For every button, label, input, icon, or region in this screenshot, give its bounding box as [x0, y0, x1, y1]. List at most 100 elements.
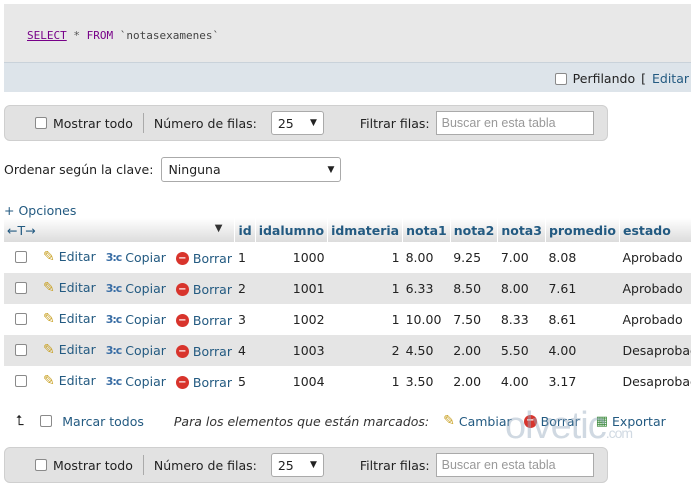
cell-idmateria: 2: [327, 335, 403, 366]
divider: [142, 455, 144, 475]
copy-button[interactable]: 3:c Copiar: [106, 374, 166, 389]
show-all-checkbox[interactable]: [35, 459, 47, 471]
filter-input[interactable]: Buscar en esta tabla: [435, 111, 594, 135]
rows-select[interactable]: 25 ▼: [270, 453, 324, 477]
sort-label: Ordenar según la clave:: [4, 162, 154, 177]
change-selected-button[interactable]: ✎ Cambiar: [443, 413, 512, 429]
sql-query-text: SELECT * FROM `notasexamenes`: [27, 29, 219, 42]
sql-table-name: `notasexamenes`: [119, 29, 220, 42]
edit-button[interactable]: ✎ Editar: [43, 373, 96, 389]
cell-nota3: 8.33: [497, 304, 546, 335]
header-id[interactable]: id: [234, 218, 256, 242]
copy-button[interactable]: 3:c Copiar: [106, 281, 166, 296]
select-all-link[interactable]: Marcar todos: [62, 414, 144, 429]
row-actions: ✎ Editar 3:c Copiar − Borrar: [4, 273, 235, 304]
row-actions: ✎ Editar 3:c Copiar − Borrar: [4, 304, 235, 335]
pencil-icon: ✎: [42, 341, 55, 358]
profiling-checkbox[interactable]: [554, 72, 567, 85]
cell-id: 4: [234, 335, 256, 366]
edit-button[interactable]: ✎ Editar: [43, 311, 96, 327]
header-estado[interactable]: estado: [619, 218, 691, 242]
header-actions: ←T→ ▼: [4, 218, 236, 242]
with-selected-label: Para los elementos que están marcados:: [173, 413, 430, 429]
cell-nota1: 8.00: [402, 242, 451, 273]
cell-idalumno: 1002: [255, 304, 328, 335]
cell-idalumno: 1001: [255, 273, 328, 304]
cell-nota3: 7.00: [497, 242, 546, 273]
navigation-bar-bottom: Mostrar todo Número de filas: 25 ▼ Filtr…: [4, 447, 608, 483]
row-checkbox[interactable]: [15, 282, 27, 295]
show-all-label: Mostrar todo: [53, 457, 133, 473]
pencil-icon: ✎: [443, 413, 455, 429]
rows-label: Número de filas:: [153, 115, 257, 131]
profiling-label: Perfilando: [572, 71, 636, 86]
copy-button[interactable]: 3:c Copiar: [106, 312, 166, 327]
delete-icon: −: [175, 252, 189, 266]
cell-idalumno: 1004: [255, 366, 328, 397]
row-actions: ✎ Editar 3:c Copiar − Borrar: [4, 366, 235, 397]
cell-promedio: 3.17: [545, 366, 620, 397]
table-row: ✎ Editar 3:c Copiar − Borrar 2 1001 1 6.33 …: [4, 273, 691, 304]
delete-button[interactable]: − Borrar: [175, 313, 232, 328]
table-row: ✎ Editar 3:c Copiar − Borrar 3 1002 1 10.00…: [4, 304, 691, 335]
cell-idmateria: 1: [327, 242, 403, 273]
sql-star: *: [73, 29, 80, 42]
cell-idalumno: 1000: [255, 242, 328, 273]
header-promedio[interactable]: promedio: [545, 218, 620, 242]
cell-nota1: 4.50: [402, 335, 451, 366]
column-resize-arrows-icon[interactable]: ←T→: [7, 223, 36, 238]
cell-nota1: 3.50: [402, 366, 451, 397]
cell-estado: Aprobado: [619, 273, 691, 304]
cell-estado: Desaprobado: [619, 366, 691, 397]
select-all-checkbox[interactable]: [40, 415, 53, 427]
header-nota1[interactable]: nota1: [402, 218, 451, 242]
cell-nota1: 10.00: [402, 304, 451, 335]
sql-keyword-select[interactable]: SELECT: [27, 29, 67, 42]
watermark-logo: olvetic.com: [505, 405, 633, 447]
delete-icon: −: [175, 283, 189, 297]
header-nota2[interactable]: nota2: [450, 218, 499, 242]
cell-id: 3: [234, 304, 256, 335]
row-checkbox[interactable]: [15, 251, 27, 264]
filter-input[interactable]: Buscar en esta tabla: [435, 453, 594, 477]
cell-estado: Aprobado: [619, 304, 691, 335]
delete-button[interactable]: − Borrar: [175, 251, 232, 266]
pencil-icon: ✎: [42, 372, 55, 389]
cell-nota3: 5.50: [497, 335, 546, 366]
sql-query-box[interactable]: SELECT * FROM `notasexamenes`: [4, 4, 691, 62]
delete-icon: −: [175, 314, 189, 328]
filter-label: Filtrar filas:: [359, 115, 430, 131]
options-link[interactable]: + Opciones: [4, 203, 76, 218]
cell-nota2: 9.25: [450, 242, 498, 273]
cell-nota2: 2.00: [450, 335, 498, 366]
rows-select[interactable]: 25 ▼: [270, 111, 324, 135]
header-nota3[interactable]: nota3: [497, 218, 546, 242]
cell-idmateria: 1: [327, 273, 403, 304]
cell-promedio: 4.00: [545, 335, 620, 366]
edit-query-link[interactable]: Editar: [652, 71, 689, 86]
pencil-icon: ✎: [42, 310, 55, 327]
delete-button[interactable]: − Borrar: [175, 375, 232, 390]
copy-button[interactable]: 3:c Copiar: [106, 343, 166, 358]
edit-button[interactable]: ✎ Editar: [43, 342, 96, 358]
sort-select-value: Ninguna: [168, 162, 221, 177]
row-checkbox[interactable]: [15, 344, 27, 357]
edit-button[interactable]: ✎ Editar: [43, 280, 96, 296]
copy-button[interactable]: 3:c Copiar: [106, 250, 166, 265]
header-idmateria[interactable]: idmateria: [327, 218, 404, 242]
show-all-checkbox[interactable]: [35, 117, 47, 129]
pencil-icon: ✎: [42, 248, 55, 265]
profiling-bar: Perfilando [ Editar: [4, 62, 691, 92]
delete-button[interactable]: − Borrar: [175, 344, 232, 359]
header-idalumno[interactable]: idalumno: [255, 218, 329, 242]
copy-icon: 3:c: [105, 250, 123, 264]
table-header-row: ←T→ ▼ id idalumno idmateria nota1 nota2 …: [4, 218, 691, 242]
sort-select[interactable]: Ninguna ▼: [161, 157, 342, 182]
chevron-down-icon[interactable]: ▼: [215, 223, 223, 234]
cell-promedio: 8.08: [545, 242, 620, 273]
row-checkbox[interactable]: [15, 313, 27, 326]
edit-button[interactable]: ✎ Editar: [43, 249, 96, 265]
row-checkbox[interactable]: [15, 375, 27, 388]
delete-button[interactable]: − Borrar: [175, 282, 232, 297]
sort-row: Ordenar según la clave: Ninguna ▼: [4, 157, 342, 182]
